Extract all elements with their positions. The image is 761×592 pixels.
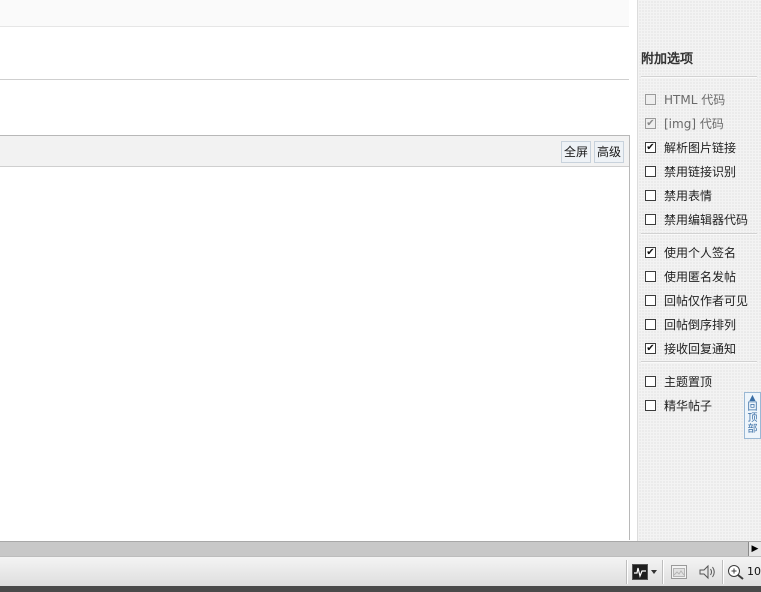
option-anonymous-post[interactable]: 使用匿名发帖 <box>645 266 736 286</box>
checkbox[interactable] <box>645 270 656 282</box>
option-disable-editor-code[interactable]: 禁用编辑器代码 <box>645 209 748 229</box>
checkbox[interactable]: ✔ <box>645 117 656 129</box>
fullscreen-button[interactable]: 全屏 <box>561 141 592 163</box>
option-label: 禁用链接识别 <box>664 164 737 179</box>
option-label: [img] 代码 <box>664 116 724 131</box>
checkbox[interactable] <box>645 189 656 201</box>
browser-statusbar: 10 <box>0 556 761 586</box>
option-label: 主题置顶 <box>664 374 713 389</box>
statusbar-divider <box>626 560 628 584</box>
editor-toolbar: 全屏 高级 <box>0 136 629 167</box>
option-label: HTML 代码 <box>664 92 726 107</box>
checkbox[interactable] <box>645 165 656 177</box>
back-to-top-button[interactable]: ▲ 回 顶 部 <box>744 392 761 439</box>
back-to-top-char-2: 顶 <box>747 413 758 424</box>
form-row-top <box>0 0 629 27</box>
editor-textarea[interactable] <box>0 167 629 540</box>
option-label: 使用个人签名 <box>664 245 737 260</box>
option-label: 回帖倒序排列 <box>664 317 737 332</box>
form-row-extra <box>0 80 629 135</box>
checkbox[interactable]: ✔ <box>645 141 656 153</box>
speaker-icon[interactable] <box>698 564 718 580</box>
sidebar-divider <box>641 361 757 363</box>
checkbox[interactable] <box>645 93 656 105</box>
option-disable-link-detect[interactable]: 禁用链接识别 <box>645 161 736 181</box>
activity-monitor-icon[interactable] <box>632 564 658 580</box>
checkbox[interactable] <box>645 375 656 387</box>
advanced-button[interactable]: 高级 <box>594 141 625 163</box>
checkbox[interactable] <box>645 294 656 306</box>
option-reverse-replies[interactable]: 回帖倒序排列 <box>645 314 736 334</box>
option-img-code[interactable]: ✔ [img] 代码 <box>645 113 724 133</box>
option-label: 禁用表情 <box>664 188 713 203</box>
scroll-right-icon[interactable]: ▶ <box>748 542 761 556</box>
taskbar-strip <box>0 586 761 592</box>
option-parse-image-links[interactable]: ✔ 解析图片链接 <box>645 137 736 157</box>
option-use-signature[interactable]: ✔ 使用个人签名 <box>645 242 736 262</box>
up-arrow-icon: ▲ <box>749 393 756 402</box>
option-html-code[interactable]: HTML 代码 <box>645 89 725 109</box>
zoom-level[interactable]: 10 <box>747 565 761 578</box>
option-disable-smilies[interactable]: 禁用表情 <box>645 185 712 205</box>
horizontal-scrollbar[interactable]: ▶ <box>0 541 761 556</box>
options-sidebar: 附加选项 HTML 代码 ✔ [img] 代码 ✔ 解析图片链接 禁用链接识别 … <box>637 0 761 541</box>
back-to-top-char-1: 回 <box>747 402 758 413</box>
post-form-area: 全屏 高级 <box>0 0 637 541</box>
zoom-icon[interactable] <box>727 564 745 580</box>
option-label: 禁用编辑器代码 <box>664 212 749 227</box>
option-label: 回帖仅作者可见 <box>664 293 749 308</box>
option-digest-post[interactable]: 精华帖子 <box>645 395 712 415</box>
option-label: 解析图片链接 <box>664 140 737 155</box>
statusbar-divider <box>722 560 724 584</box>
back-to-top-char-3: 部 <box>747 424 758 435</box>
option-reply-author-only[interactable]: 回帖仅作者可见 <box>645 290 748 310</box>
sidebar-title: 附加选项 <box>641 52 694 67</box>
checkbox[interactable] <box>645 213 656 225</box>
option-sticky-topic[interactable]: 主题置顶 <box>645 371 712 391</box>
popup-blocker-icon[interactable] <box>670 564 688 580</box>
statusbar-divider <box>662 560 664 584</box>
option-label: 精华帖子 <box>664 398 713 413</box>
post-editor: 全屏 高级 <box>0 135 630 540</box>
option-label: 接收回复通知 <box>664 341 737 356</box>
checkbox[interactable]: ✔ <box>645 342 656 354</box>
sidebar-divider <box>641 233 757 235</box>
form-row-title <box>0 27 629 80</box>
checkbox[interactable] <box>645 399 656 411</box>
sidebar-divider <box>641 76 757 78</box>
checkbox[interactable]: ✔ <box>645 246 656 258</box>
option-reply-notify[interactable]: ✔ 接收回复通知 <box>645 338 736 358</box>
option-label: 使用匿名发帖 <box>664 269 737 284</box>
checkbox[interactable] <box>645 318 656 330</box>
